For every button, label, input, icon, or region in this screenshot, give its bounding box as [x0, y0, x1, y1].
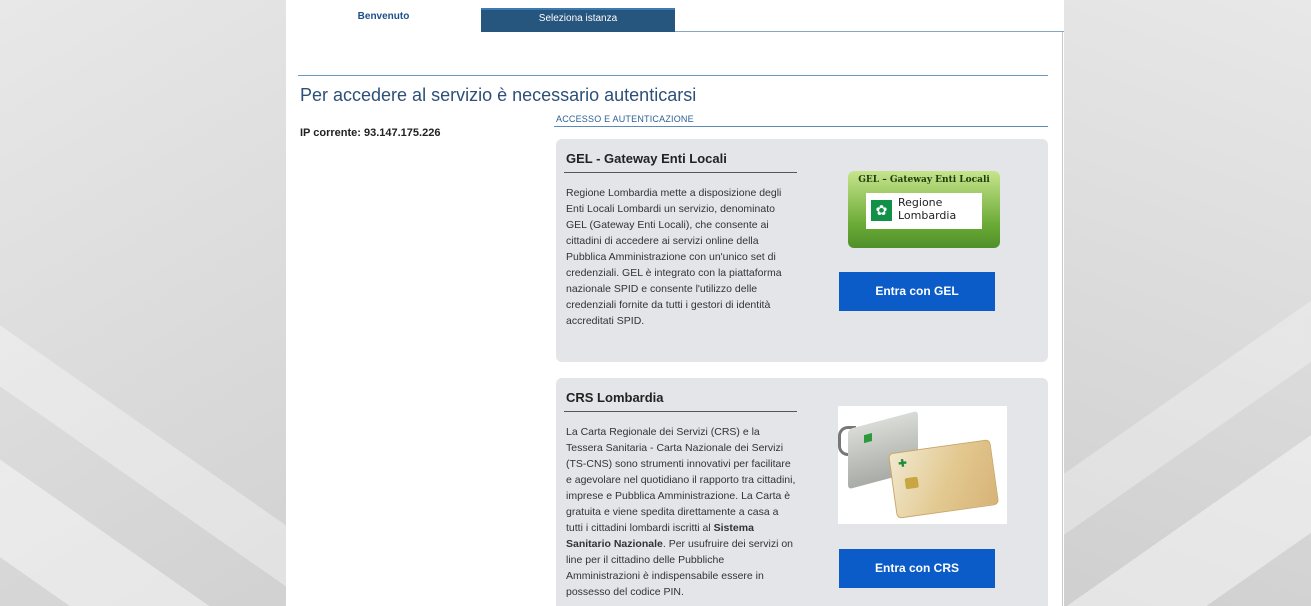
gel-logo: GEL – Gateway Enti Locali ✿ Regione Lomb…: [848, 171, 1000, 248]
section-divider: [554, 126, 1048, 127]
logo-name-line1: Regione: [898, 196, 943, 209]
gel-description: Regione Lombardia mette a disposizione d…: [566, 187, 782, 327]
health-card-emblem-icon: ✚: [897, 458, 908, 471]
crs-login-button[interactable]: Entra con CRS: [839, 549, 995, 588]
reader-logo-icon: [864, 432, 872, 444]
current-ip: IP corrente: 93.147.175.226: [300, 127, 441, 139]
health-card: ✚: [887, 439, 1000, 519]
tab-divider: [675, 31, 1064, 32]
title-divider: [298, 75, 1048, 76]
tab-bar: Benvenuto Seleziona istanza: [286, 8, 1064, 32]
regione-lombardia-emblem-icon: ✿: [871, 200, 892, 221]
gel-title-underline: [564, 172, 797, 173]
gel-login-button[interactable]: Entra con GEL: [839, 272, 995, 311]
gel-card-title: GEL - Gateway Enti Locali: [566, 151, 727, 166]
tab-seleziona-istanza[interactable]: Seleziona istanza: [481, 8, 675, 32]
crs-description-text-1: La Carta Regionale dei Servizi (CRS) e l…: [566, 426, 796, 534]
section-heading: ACCESSO E AUTENTICAZIONE: [556, 114, 694, 124]
crs-card-reader-image: ✚: [838, 406, 1007, 524]
page-right-border: [1062, 32, 1063, 606]
crs-card: CRS Lombardia La Carta Regionale dei Ser…: [556, 378, 1048, 606]
page-title: Per accedere al servizio è necessario au…: [300, 85, 697, 105]
crs-title-underline: [564, 411, 797, 412]
gel-card: GEL - Gateway Enti Locali Regione Lombar…: [556, 139, 1048, 362]
background-pattern-right: [1051, 0, 1311, 606]
logo-name-line2: Lombardia: [898, 209, 957, 222]
main-page: Benvenuto Seleziona istanza Per accedere…: [286, 0, 1064, 606]
regione-lombardia-logo: ✿ Regione Lombardia: [866, 193, 982, 229]
tab-benvenuto[interactable]: Benvenuto: [286, 8, 481, 32]
crs-card-title: CRS Lombardia: [566, 390, 664, 405]
card-chip-icon: [904, 476, 919, 490]
regione-lombardia-name: Regione Lombardia: [898, 196, 956, 222]
gel-logo-title: GEL – Gateway Enti Locali: [858, 175, 990, 185]
crs-description: La Carta Regionale dei Servizi (CRS) e l…: [566, 424, 798, 600]
